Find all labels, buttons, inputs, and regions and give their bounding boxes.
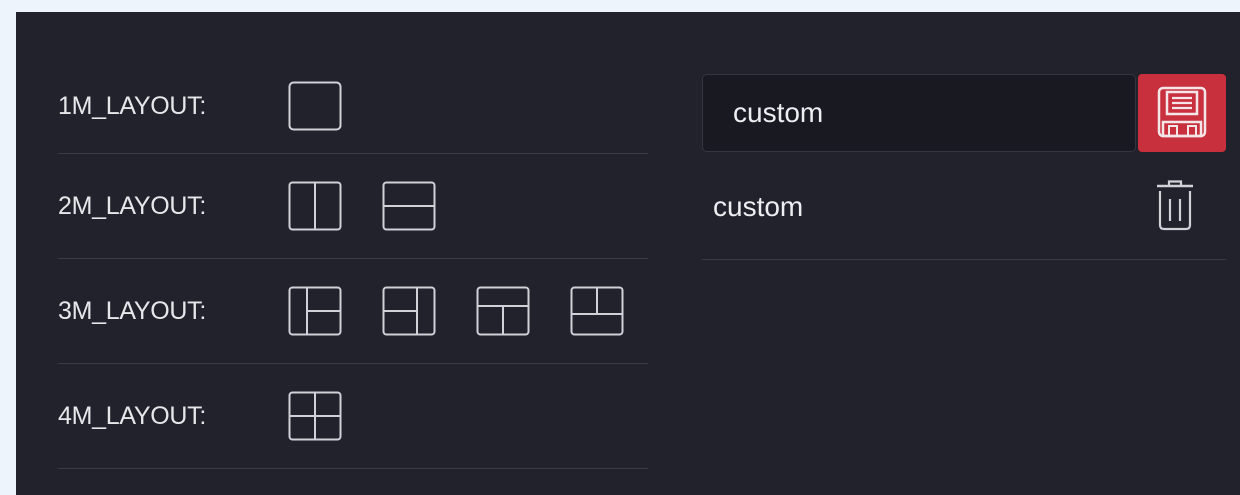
layout-settings-panel: 1M_LAYOUT: 2M_LAYOUT: 3M_LAYOUT: 4M_LAYO… [16, 12, 1240, 495]
saved-preset-name: custom [713, 190, 804, 222]
quad-grid-layout-icon[interactable] [288, 391, 342, 441]
left-full-right-split-layout-icon[interactable] [288, 286, 342, 336]
layout-label-1m: 1M_LAYOUT: [58, 91, 206, 120]
layout-row-2m: 2M_LAYOUT: [58, 154, 648, 259]
layout-row-1m: 1M_LAYOUT: [58, 59, 648, 154]
layout-options-3m [288, 286, 624, 336]
trash-icon [1155, 179, 1195, 234]
layout-row-3m: 3M_LAYOUT: [58, 259, 648, 364]
layout-options-2m [288, 181, 436, 231]
layout-label-3m: 3M_LAYOUT: [58, 296, 206, 325]
layout-label-2m: 2M_LAYOUT: [58, 191, 206, 220]
layout-options-4m [288, 391, 342, 441]
saved-preset-item[interactable]: custom [702, 154, 1226, 260]
single-pane-layout-icon[interactable] [288, 81, 342, 131]
horizontal-split-layout-icon[interactable] [382, 181, 436, 231]
layout-row-4m: 4M_LAYOUT: [58, 364, 648, 469]
layout-list: 1M_LAYOUT: 2M_LAYOUT: 3M_LAYOUT: 4M_LAYO… [58, 59, 648, 469]
layout-label-4m: 4M_LAYOUT: [58, 401, 206, 430]
preset-name-row [702, 74, 1226, 154]
top-split-bottom-full-layout-icon[interactable] [570, 286, 624, 336]
preset-name-input[interactable] [702, 74, 1136, 152]
top-full-bottom-split-layout-icon[interactable] [476, 286, 530, 336]
left-split-right-full-layout-icon[interactable] [382, 286, 436, 336]
floppy-disk-icon [1157, 86, 1207, 141]
vertical-split-layout-icon[interactable] [288, 181, 342, 231]
save-preset-button[interactable] [1138, 74, 1226, 152]
preset-area: custom [702, 74, 1226, 260]
delete-preset-button[interactable] [1152, 179, 1198, 235]
layout-options-1m [288, 81, 342, 131]
